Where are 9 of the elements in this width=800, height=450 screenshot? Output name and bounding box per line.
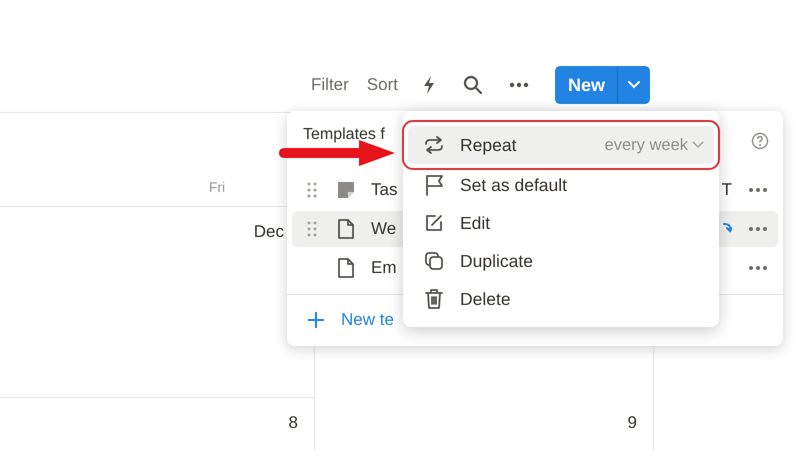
popup-title: Templates f <box>303 125 385 145</box>
template-tag: T <box>722 177 732 203</box>
template-name: Em <box>371 257 396 280</box>
template-name: We <box>371 218 396 240</box>
template-name: Tas <box>371 179 398 202</box>
day-header: Fri <box>208 178 226 197</box>
month-label: Dec <box>254 221 284 243</box>
day-number: 8 <box>288 412 298 434</box>
day-number: 9 <box>628 412 637 434</box>
